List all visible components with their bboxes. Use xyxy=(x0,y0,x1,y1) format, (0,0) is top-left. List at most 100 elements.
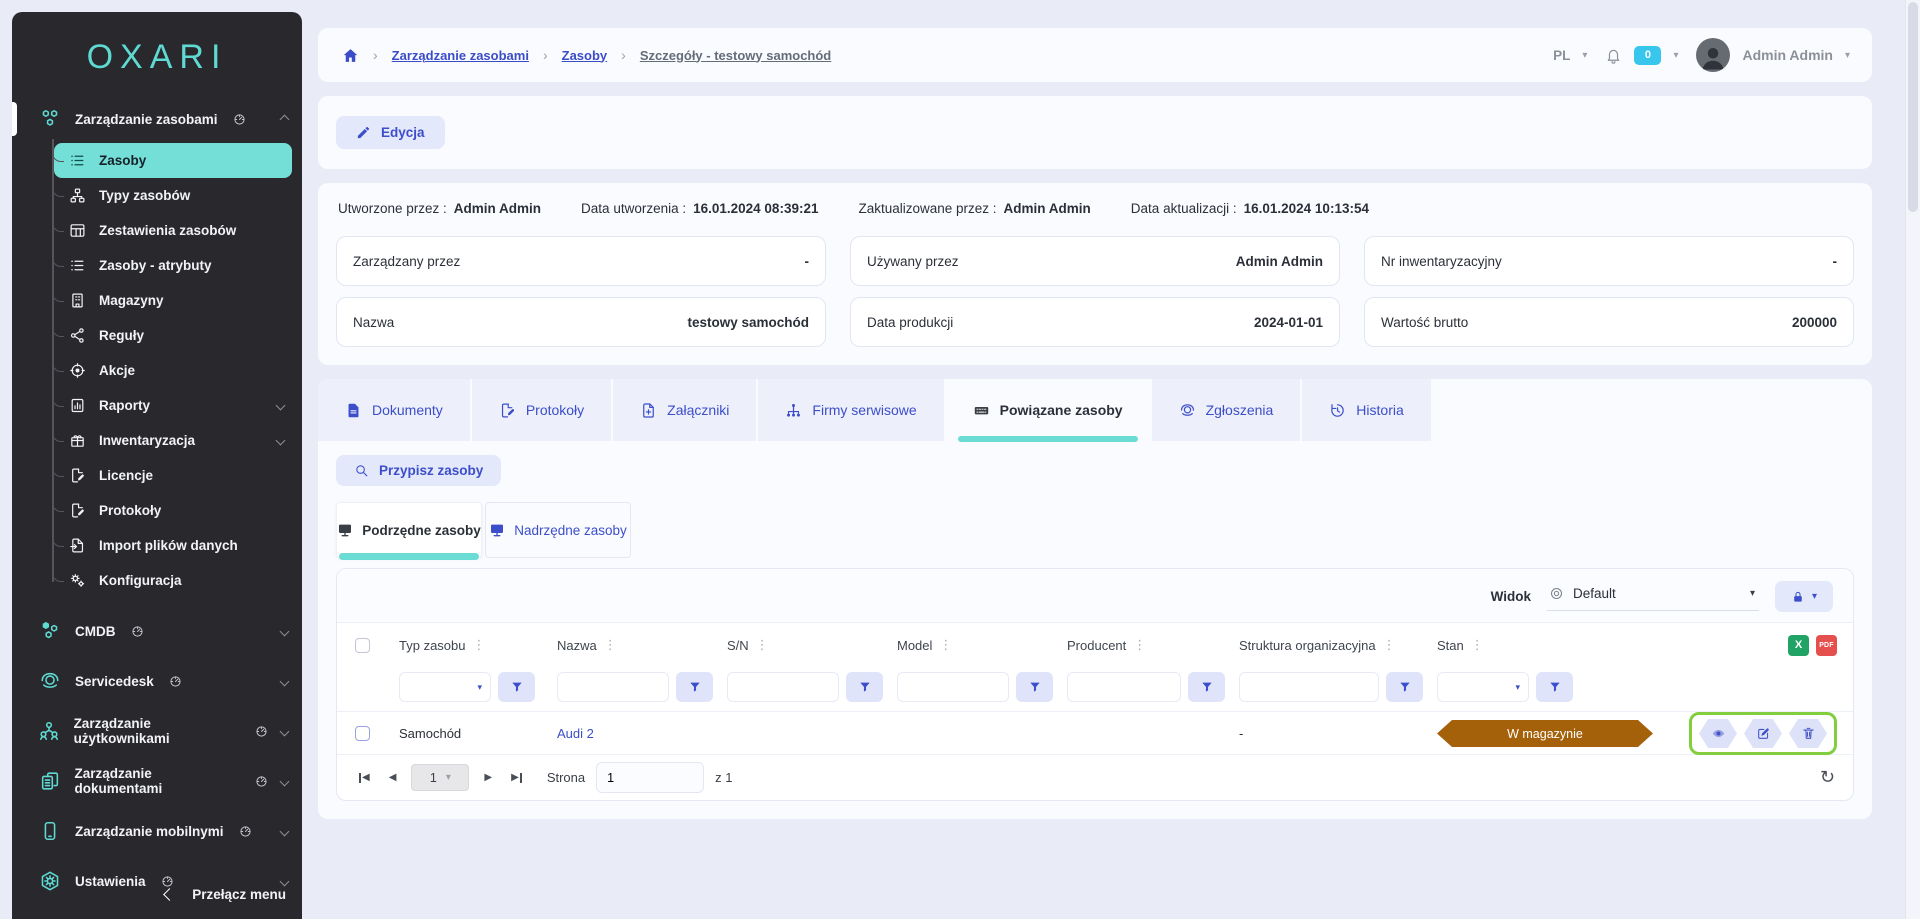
tab-protokoly[interactable]: Protokoły xyxy=(472,379,611,441)
field-data-produkcji: Data produkcji2024-01-01 xyxy=(850,297,1340,347)
document-pencil-icon xyxy=(499,402,516,419)
sidebar-item-import-plikow-danych[interactable]: Import plików danych xyxy=(54,528,292,563)
tab-powiazane-zasoby[interactable]: Powiązane zasoby xyxy=(946,379,1150,441)
next-page-button[interactable]: ▶ xyxy=(480,768,496,787)
sidebar-item-raporty[interactable]: Raporty xyxy=(54,388,292,423)
model-filter-input[interactable] xyxy=(897,672,1009,702)
filter-sn xyxy=(727,672,897,702)
column-header-typ-zasobu[interactable]: Typ zasobu⋮ xyxy=(399,637,557,653)
column-header-nazwa[interactable]: Nazwa⋮ xyxy=(557,637,727,653)
chevron-down-icon: ▾ xyxy=(1750,588,1755,599)
sidebar-item-zestawienia-zasobow[interactable]: Zestawienia zasobów xyxy=(54,213,292,248)
sn-filter-input[interactable] xyxy=(727,672,839,702)
sidebar-item-typy-zasobow[interactable]: Typy zasobów xyxy=(54,178,292,213)
avatar[interactable] xyxy=(1696,38,1730,72)
column-menu-icon[interactable]: ⋮ xyxy=(939,637,952,653)
funnel-filter-button[interactable] xyxy=(1386,672,1423,702)
refresh-icon[interactable]: ↻ xyxy=(1820,767,1835,788)
struktura-filter-input[interactable] xyxy=(1239,672,1379,702)
tab-firmy-serwisowe[interactable]: Firmy serwisowe xyxy=(758,379,943,441)
funnel-filter-button[interactable] xyxy=(846,672,883,702)
sidebar-item-magazyny[interactable]: Magazyny xyxy=(54,283,292,318)
assign-assets-button[interactable]: Przypisz zasoby xyxy=(336,455,501,486)
producent-filter-input[interactable] xyxy=(1067,672,1181,702)
column-header-producent[interactable]: Producent⋮ xyxy=(1067,637,1239,653)
column-menu-icon[interactable]: ⋮ xyxy=(756,637,769,653)
export-excel-icon[interactable]: X xyxy=(1788,635,1809,656)
tab-dokumenty[interactable]: Dokumenty xyxy=(318,379,470,441)
breadcrumb-separator: › xyxy=(373,47,378,63)
export-pdf-icon[interactable]: PDF xyxy=(1816,635,1837,656)
tab-zalaczniki[interactable]: Załączniki xyxy=(613,379,756,441)
funnel-filter-button[interactable] xyxy=(1536,672,1573,702)
tab-zgloszenia[interactable]: Zgłoszenia xyxy=(1152,379,1301,441)
edit-row-button[interactable] xyxy=(1744,719,1782,748)
last-page-button[interactable]: ▶ xyxy=(507,768,526,787)
sidebar-item-akcje[interactable]: Akcje xyxy=(54,353,292,388)
bell-icon[interactable] xyxy=(1605,47,1622,64)
select-all-checkbox[interactable] xyxy=(355,638,370,653)
sidebar-group-zarzadzanie-mobilnymi[interactable]: Zarządzanie mobilnymi xyxy=(12,806,302,856)
funnel-filter-button[interactable] xyxy=(1016,672,1053,702)
menu-toggle[interactable]: Przełącz menu xyxy=(12,877,302,911)
column-header-sn[interactable]: S/N⋮ xyxy=(727,637,897,653)
topbar-right: PL ▾ 0 ▾ Admin Admin ▾ xyxy=(1553,38,1850,72)
sidebar-group-zarzadzanie-uzytkownikami[interactable]: Zarządzanie użytkownikami xyxy=(12,706,302,756)
funnel-filter-button[interactable] xyxy=(1188,672,1225,702)
typ-zasobu-filter-select[interactable]: ▾ xyxy=(399,672,491,702)
previous-page-button[interactable]: ◀ xyxy=(385,768,401,787)
tab-label: Zgłoszenia xyxy=(1206,402,1274,418)
stan-filter-select[interactable]: ▾ xyxy=(1437,672,1529,702)
headset-icon xyxy=(38,670,62,692)
column-menu-icon[interactable]: ⋮ xyxy=(473,637,486,653)
row-checkbox[interactable] xyxy=(355,726,370,741)
subtab-podrzedne-zasoby[interactable]: Podrzędne zasoby xyxy=(336,502,482,558)
delete-row-button[interactable] xyxy=(1789,719,1827,748)
view-select[interactable]: Default ▾ xyxy=(1547,582,1759,611)
funnel-filter-button[interactable] xyxy=(676,672,713,702)
column-header-model[interactable]: Model⋮ xyxy=(897,637,1067,653)
column-header-stan[interactable]: Stan⋮ xyxy=(1437,637,1663,653)
column-menu-icon[interactable]: ⋮ xyxy=(1133,637,1146,653)
sidebar-group-zarzadzanie-zasobami[interactable]: Zarządzanie zasobami xyxy=(12,97,302,141)
sidebar-group-cmdb[interactable]: CMDB xyxy=(12,606,302,656)
page-label: Strona xyxy=(547,770,585,785)
sidebar-group-servicedesk[interactable]: Servicedesk xyxy=(12,656,302,706)
breadcrumb-current-page[interactable]: Szczegóły - testowy samochód xyxy=(640,48,831,63)
edit-button[interactable]: Edycja xyxy=(336,116,445,149)
sidebar-item-konfiguracja[interactable]: Konfiguracja xyxy=(54,563,292,598)
list-icon xyxy=(67,152,87,169)
sidebar-group-zarzadzanie-dokumentami[interactable]: Zarządzanie dokumentami xyxy=(12,756,302,806)
sidebar-item-inwentaryzacja[interactable]: Inwentaryzacja xyxy=(54,423,292,458)
nazwa-filter-input[interactable] xyxy=(557,672,669,702)
cell-nazwa-link[interactable]: Audi 2 xyxy=(557,726,727,741)
bullseye-icon xyxy=(1549,586,1564,601)
table-pagination: ◀ ◀ 1 ▾ ▶ ▶ Strona z 1 ↻ xyxy=(337,754,1853,800)
sidebar-item-label: Konfiguracja xyxy=(99,573,182,588)
column-menu-icon[interactable]: ⋮ xyxy=(604,637,617,653)
language-selector[interactable]: PL xyxy=(1553,48,1570,63)
view-row-button[interactable] xyxy=(1699,719,1737,748)
page-size-select[interactable]: 1 ▾ xyxy=(411,764,469,791)
sidebar-group-label: Zarządzanie dokumentami xyxy=(75,766,240,796)
scrollbar-thumb[interactable] xyxy=(1908,2,1918,212)
lock-view-button[interactable]: ▾ xyxy=(1775,581,1833,612)
column-header-struktura-organizacyjna[interactable]: Struktura organizacyjna⋮ xyxy=(1239,637,1437,653)
page-number-input[interactable] xyxy=(596,762,704,793)
tab-historia[interactable]: Historia xyxy=(1302,379,1430,441)
sidebar-item-licencje[interactable]: Licencje xyxy=(54,458,292,493)
breadcrumb-link-zasoby[interactable]: Zasoby xyxy=(562,48,608,63)
sidebar-item-zasoby[interactable]: Zasoby xyxy=(54,143,292,178)
sidebar-item-reguly[interactable]: Reguły xyxy=(54,318,292,353)
column-menu-icon[interactable]: ⋮ xyxy=(1471,637,1484,653)
notification-badge[interactable]: 0 xyxy=(1634,46,1661,65)
page-scrollbar[interactable] xyxy=(1905,0,1920,919)
funnel-filter-button[interactable] xyxy=(498,672,535,702)
breadcrumb-link-zarzadzanie-zasobami[interactable]: Zarządzanie zasobami xyxy=(392,48,529,63)
first-page-button[interactable]: ◀ xyxy=(355,768,374,787)
subtab-nadrzedne-zasoby[interactable]: Nadrzędne zasoby xyxy=(485,502,631,558)
column-menu-icon[interactable]: ⋮ xyxy=(1383,637,1396,653)
sidebar-item-protokoly[interactable]: Protokoły xyxy=(54,493,292,528)
sidebar-item-zasoby-atrybuty[interactable]: Zasoby - atrybuty xyxy=(54,248,292,283)
home-icon[interactable] xyxy=(342,47,359,64)
